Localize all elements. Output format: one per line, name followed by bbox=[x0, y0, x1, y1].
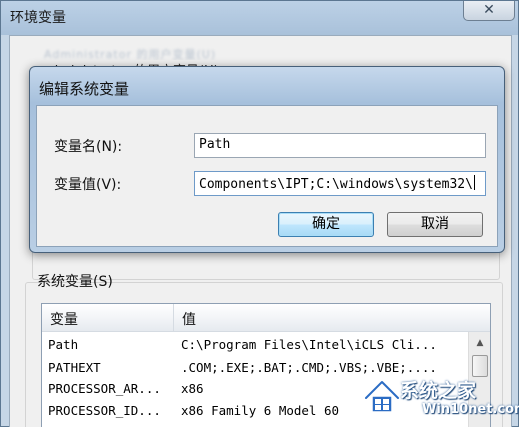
dialog-client-area: 变量名(N): Path 变量值(V): Components\IPT;C:\w… bbox=[36, 105, 498, 247]
variable-name-value: Path bbox=[199, 137, 231, 152]
variable-name-label: 变量名(N): bbox=[54, 139, 123, 155]
system-variables-label: 系统变量(S) bbox=[37, 274, 113, 290]
dialog-title: 编辑系统变量 bbox=[39, 80, 130, 98]
variable-value-text: Components\IPT;C:\windows\system32\ bbox=[199, 177, 473, 192]
close-icon: ✕ bbox=[483, 2, 495, 18]
row-variable-value: .COM;.EXE;.BAT;.CMD;.VBS;.VBE;.... bbox=[181, 360, 437, 375]
variable-value-label: 变量值(V): bbox=[54, 177, 122, 193]
window-title: 环境变量 bbox=[10, 10, 66, 26]
row-variable-value: C:\Program Files\Intel\iCLS Cli... bbox=[181, 337, 437, 352]
house-logo-icon bbox=[364, 380, 400, 413]
scroll-up-arrow-icon[interactable]: ▲ bbox=[471, 335, 489, 351]
column-header-variable[interactable]: 变量 bbox=[50, 309, 78, 329]
list-header: 变量 值 bbox=[42, 304, 490, 332]
column-header-value[interactable]: 值 bbox=[182, 309, 196, 329]
text-caret bbox=[473, 175, 475, 190]
close-button[interactable]: ✕ bbox=[463, 1, 515, 21]
row-variable-name: Path bbox=[48, 337, 79, 352]
variable-name-input[interactable]: Path bbox=[194, 133, 486, 158]
cancel-button[interactable]: 取消 bbox=[387, 212, 483, 237]
row-variable-name: PATHEXT bbox=[48, 360, 101, 375]
ok-button[interactable]: 确定 bbox=[278, 212, 374, 237]
variable-value-input[interactable]: Components\IPT;C:\windows\system32\ bbox=[194, 171, 486, 196]
row-variable-name: PROCESSOR_ID... bbox=[48, 403, 161, 418]
edit-system-variable-dialog: 编辑系统变量 变量名(N): Path 变量值(V): Components\I… bbox=[29, 66, 505, 253]
watermark-en-text: Win10net.com bbox=[422, 402, 519, 417]
row-variable-name: PROCESSOR_AR... bbox=[48, 381, 161, 396]
watermark-cn-text: 系统之家 bbox=[400, 380, 477, 402]
cancel-button-label: 取消 bbox=[421, 216, 449, 232]
table-row[interactable]: Path C:\Program Files\Intel\iCLS Cli... bbox=[42, 336, 466, 355]
ok-button-label: 确定 bbox=[312, 216, 340, 232]
column-divider[interactable] bbox=[173, 304, 174, 332]
site-watermark: 系统之家 Win10net.com bbox=[362, 374, 519, 426]
